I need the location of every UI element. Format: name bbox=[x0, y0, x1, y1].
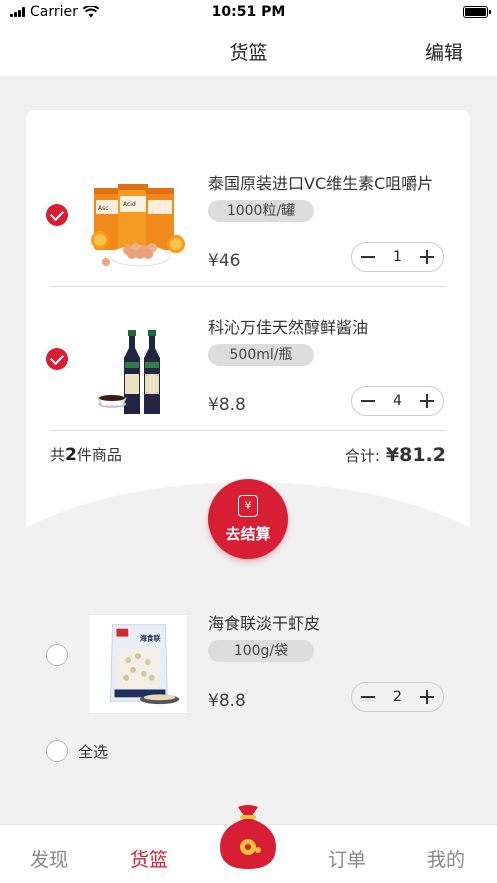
cart-card: Asc Acid 泰国原装进口VC维生素C咀嚼片 1000粒/罐 ¥46 1 科… bbox=[26, 110, 470, 784]
minus-icon[interactable] bbox=[359, 248, 377, 266]
item-divider bbox=[50, 430, 446, 431]
product-image-dried-shrimp[interactable]: 海食联 bbox=[88, 614, 188, 714]
tab-profile[interactable]: 我的 bbox=[427, 845, 465, 872]
count-prefix: 共 bbox=[50, 446, 66, 464]
count-suffix: 件商品 bbox=[76, 446, 122, 464]
yen-receipt-icon: ¥ bbox=[238, 495, 258, 517]
item-checkbox[interactable] bbox=[46, 204, 68, 226]
edit-button[interactable]: 编辑 bbox=[425, 38, 463, 65]
minus-icon[interactable] bbox=[359, 688, 377, 706]
plus-icon[interactable] bbox=[418, 392, 436, 410]
cart-item: 海食联 海食联淡干虾皮 100g/袋 ¥8.8 2 bbox=[26, 598, 470, 718]
selected-count: 2 bbox=[65, 445, 77, 465]
quantity-stepper: 4 bbox=[351, 386, 444, 416]
svg-text:海食联: 海食联 bbox=[140, 633, 161, 642]
navigation-bar: 货篮 编辑 bbox=[0, 26, 497, 76]
minus-icon[interactable] bbox=[359, 392, 377, 410]
product-price: ¥8.8 bbox=[208, 395, 246, 415]
checkout-label: 去结算 bbox=[225, 525, 271, 543]
total-label: 合计: bbox=[344, 447, 380, 465]
plus-icon[interactable] bbox=[418, 248, 436, 266]
item-count-summary: 共2件商品 bbox=[50, 444, 122, 465]
tab-basket[interactable]: 货篮 bbox=[130, 845, 168, 872]
quantity-value[interactable]: 1 bbox=[388, 249, 408, 265]
total-summary: 合计: ¥81.2 bbox=[345, 444, 446, 466]
product-spec-badge: 1000粒/罐 bbox=[208, 200, 314, 222]
product-image-vitamin-c[interactable]: Asc Acid bbox=[88, 174, 188, 274]
vitamin-c-jars-image: Asc Acid bbox=[91, 184, 185, 267]
quantity-value[interactable]: 4 bbox=[388, 393, 408, 409]
product-spec-badge: 500ml/瓶 bbox=[208, 344, 314, 366]
product-name[interactable]: 科沁万佳天然醇鲜酱油 bbox=[208, 314, 368, 338]
product-name[interactable]: 海食联淡干虾皮 bbox=[208, 610, 320, 634]
product-spec-badge: 100g/袋 bbox=[208, 640, 314, 662]
status-bar: Carrier 10:51 PM bbox=[0, 0, 497, 26]
svg-text:Asc: Asc bbox=[98, 205, 109, 212]
item-divider bbox=[50, 286, 446, 287]
item-checkbox[interactable] bbox=[46, 348, 68, 370]
lucky-bag-icon bbox=[220, 805, 276, 869]
soy-sauce-bottles-image bbox=[97, 330, 160, 414]
tab-discover[interactable]: 发现 bbox=[30, 845, 68, 872]
checkout-button[interactable]: ¥ 去结算 bbox=[208, 479, 288, 559]
tab-orders[interactable]: 订单 bbox=[328, 845, 366, 872]
dried-shrimp-bag-image: 海食联 bbox=[110, 624, 180, 705]
plus-icon[interactable] bbox=[418, 688, 436, 706]
quantity-value[interactable]: 2 bbox=[388, 689, 408, 705]
quantity-stepper: 2 bbox=[351, 682, 444, 712]
product-price: ¥46 bbox=[208, 251, 241, 271]
total-amount: ¥81.2 bbox=[385, 444, 446, 466]
product-price: ¥8.8 bbox=[208, 691, 246, 711]
status-time: 10:51 PM bbox=[211, 4, 286, 20]
page-title: 货篮 bbox=[229, 42, 268, 64]
cart-item: 科沁万佳天然醇鲜酱油 500ml/瓶 ¥8.8 4 bbox=[26, 302, 470, 422]
battery-icon bbox=[463, 6, 491, 18]
cart-item: Asc Acid 泰国原装进口VC维生素C咀嚼片 1000粒/罐 ¥46 1 bbox=[26, 158, 470, 278]
item-checkbox[interactable] bbox=[46, 644, 68, 666]
select-all[interactable]: 全选 bbox=[46, 740, 108, 762]
lucky-bag-button[interactable] bbox=[214, 803, 282, 871]
product-image-soy-sauce[interactable] bbox=[88, 318, 188, 418]
svg-text:Acid: Acid bbox=[123, 201, 136, 208]
select-all-label: 全选 bbox=[78, 742, 109, 761]
select-all-checkbox[interactable] bbox=[46, 740, 68, 762]
quantity-stepper: 1 bbox=[351, 242, 444, 272]
product-name[interactable]: 泰国原装进口VC维生素C咀嚼片 bbox=[208, 170, 433, 194]
